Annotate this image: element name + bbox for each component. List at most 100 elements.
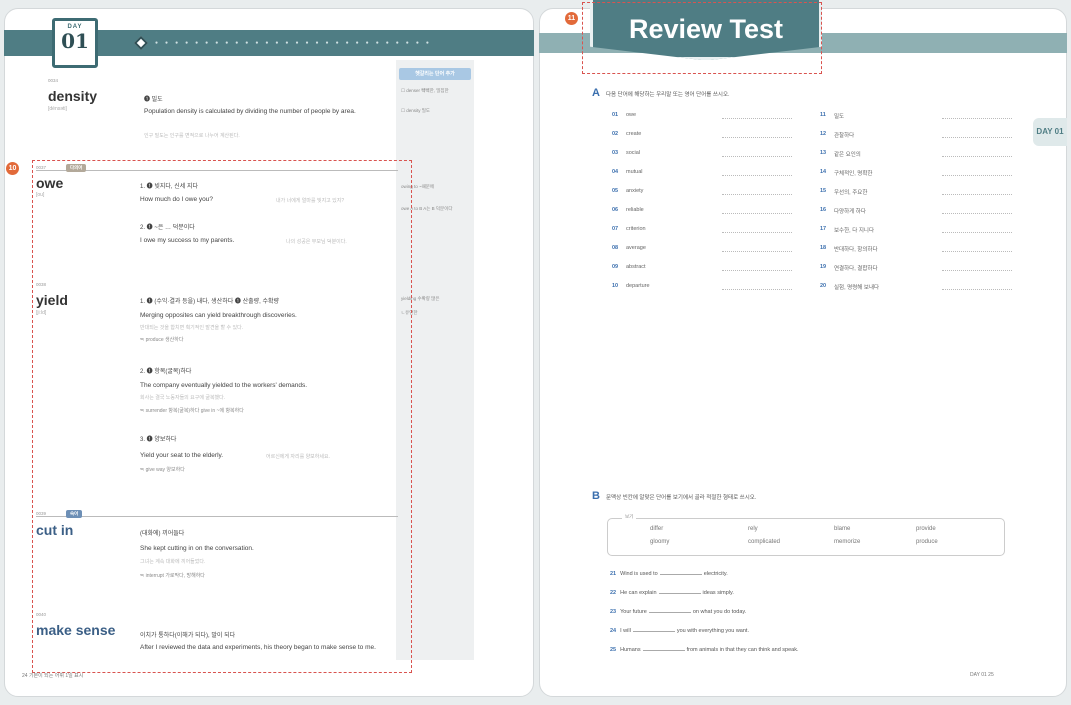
question-text: average xyxy=(626,245,646,251)
answer-blank[interactable] xyxy=(722,251,792,252)
answer-blank[interactable] xyxy=(722,213,792,214)
question-item: 12 관찰하다 xyxy=(820,129,1020,141)
sentence-item: 22 He can explain ideas simply. xyxy=(610,589,734,596)
synonym: ≒ surrender 항복(굴복)하다 give in ~에 항복하다 xyxy=(140,408,244,414)
question-item: 17 보수한, 다 지니다 xyxy=(820,224,1020,236)
answer-blank[interactable] xyxy=(942,118,1012,119)
answer-blank[interactable] xyxy=(642,646,685,651)
headword: make sense xyxy=(36,622,116,638)
example-sentence: After I reviewed the data and experiment… xyxy=(140,644,376,651)
answer-blank[interactable] xyxy=(722,289,792,290)
pronunciation: [ou] xyxy=(36,192,45,198)
entry-number: 0040 xyxy=(36,612,47,617)
entry-badge: 숙어 xyxy=(66,510,83,518)
left-footer: 24 기본이 되는 어휘 1일 표시 xyxy=(22,673,84,679)
answer-blank[interactable] xyxy=(942,175,1012,176)
question-item: 19 연결하다, 결합하다 xyxy=(820,262,1020,274)
question-item: 07 criterion xyxy=(612,224,812,236)
question-text: 실험, 명령해 보내다 xyxy=(834,285,880,291)
question-number: 08 xyxy=(612,245,619,251)
answer-blank[interactable] xyxy=(722,156,792,157)
pronunciation: [jiːld] xyxy=(36,310,47,316)
question-text: 연결하다, 결합하다 xyxy=(834,266,878,272)
answer-blank[interactable] xyxy=(942,137,1012,138)
answer-blank[interactable] xyxy=(942,213,1012,214)
answer-blank[interactable] xyxy=(632,627,675,632)
question-text: owe xyxy=(626,112,637,118)
word-bank-word: gloomy xyxy=(650,539,670,545)
question-number: 17 xyxy=(820,226,827,232)
word-bank-word: blame xyxy=(834,526,851,532)
question-item: 16 다양하게 하다 xyxy=(820,205,1020,217)
answer-blank[interactable] xyxy=(722,137,792,138)
question-item: 04 mutual xyxy=(612,167,812,179)
answer-blank[interactable] xyxy=(942,289,1012,290)
translation: 그녀는 계속 대화에 끼어들었다. xyxy=(140,559,206,565)
question-text: 보수한, 다 지니다 xyxy=(834,228,875,234)
question-number: 06 xyxy=(612,207,619,213)
question-number: 19 xyxy=(820,264,827,270)
answer-blank[interactable] xyxy=(722,118,792,119)
day-side-tab: DAY 01 xyxy=(1033,118,1067,146)
question-text: create xyxy=(626,131,642,137)
question-text: criterion xyxy=(626,226,646,232)
example-sentence: Yield your seat to the elderly. xyxy=(140,452,224,459)
definition: (대화에) 끼어들다 xyxy=(140,531,185,537)
question-item: 18 반대하다, 항의하다 xyxy=(820,243,1020,255)
answer-blank[interactable] xyxy=(942,194,1012,195)
question-text: mutual xyxy=(626,169,643,175)
sentence-after: from animals in that they can think and … xyxy=(686,647,799,653)
section-a-instruction: 다음 단어에 해당하는 우리말 또는 영어 단어를 쓰시오. xyxy=(606,92,730,98)
answer-blank[interactable] xyxy=(648,608,691,613)
question-text: 우선의, 주요한 xyxy=(834,190,868,196)
question-item: 03 social xyxy=(612,148,812,160)
headword: density xyxy=(48,88,98,104)
section-b-letter: B xyxy=(592,490,600,502)
example-sentence: The company eventually yielded to the wo… xyxy=(140,382,308,389)
question-number: 12 xyxy=(820,131,827,137)
sentence-after: ideas simply. xyxy=(702,590,734,596)
answer-blank[interactable] xyxy=(722,175,792,176)
question-text: 같은 요인의 xyxy=(834,152,861,158)
question-number: 07 xyxy=(612,226,619,232)
question-number: 11 xyxy=(820,112,826,118)
question-text: 구체적인, 명확한 xyxy=(834,171,873,177)
answer-blank[interactable] xyxy=(942,156,1012,157)
question-item: 13 같은 요인의 xyxy=(820,148,1020,160)
question-item: 11 밀도 xyxy=(820,110,1020,122)
question-text: 관찰하다 xyxy=(834,133,855,139)
right-footer: DAY 01 25 xyxy=(970,672,994,678)
side-note: ☐ density 밀도 xyxy=(401,108,431,113)
answer-blank[interactable] xyxy=(942,251,1012,252)
word-bank-word: produce xyxy=(916,539,938,545)
synonym: ≒ give way 양보하다 xyxy=(140,467,185,473)
answer-blank[interactable] xyxy=(942,270,1012,271)
definition: 이치가 통하다(이해가 되다), 말이 되다 xyxy=(140,633,236,639)
headword: yield xyxy=(36,292,68,308)
section-b-instruction: 문맥상 빈칸에 알맞은 단어를 보기에서 골라 적절한 형태로 쓰시오. xyxy=(606,495,757,501)
question-number: 16 xyxy=(820,207,827,213)
answer-blank[interactable] xyxy=(722,232,792,233)
question-item: 05 anxiety xyxy=(612,186,812,198)
word-bank-word: memorize xyxy=(834,539,861,545)
question-number: 01 xyxy=(612,112,619,118)
answer-blank[interactable] xyxy=(722,194,792,195)
question-text: abstract xyxy=(626,264,646,270)
answer-blank[interactable] xyxy=(942,232,1012,233)
headword: owe xyxy=(36,175,64,191)
translation: 내가 너에게 얼마를 빚지고 있지? xyxy=(276,198,345,204)
question-text: departure xyxy=(626,283,650,289)
example-sentence: I owe my success to my parents. xyxy=(140,237,235,244)
example-sentence: How much do I owe you? xyxy=(140,196,213,203)
entry-number: 0034 xyxy=(48,78,59,83)
definition: 2. ❶ 항복(굴복)하다 xyxy=(140,369,192,375)
synonym: ≒ produce 생산하다 xyxy=(140,337,184,343)
question-text: anxiety xyxy=(626,188,644,194)
callout-11-box xyxy=(582,2,822,74)
answer-blank[interactable] xyxy=(659,570,702,575)
answer-blank[interactable] xyxy=(658,589,701,594)
answer-blank[interactable] xyxy=(722,270,792,271)
translation: 인구 밀도는 인구를 면적으로 나누어 계산된다. xyxy=(144,133,240,139)
question-number: 14 xyxy=(820,169,827,175)
question-item: 02 create xyxy=(612,129,812,141)
